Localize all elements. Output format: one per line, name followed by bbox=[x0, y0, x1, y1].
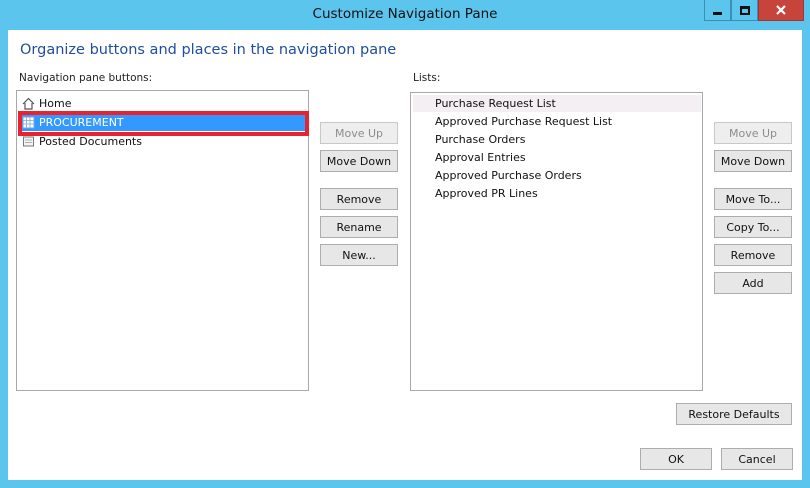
maximize-icon bbox=[739, 5, 750, 15]
nav-move-down-button[interactable]: Move Down bbox=[320, 150, 398, 172]
cancel-button[interactable]: Cancel bbox=[721, 448, 793, 470]
list-item[interactable]: Approved Purchase Orders bbox=[435, 167, 582, 184]
list-move-down-button[interactable]: Move Down bbox=[714, 150, 792, 172]
list-add-button[interactable]: Add bbox=[714, 272, 792, 294]
close-icon bbox=[776, 5, 786, 15]
minimize-button[interactable] bbox=[704, 0, 731, 21]
home-icon bbox=[22, 97, 35, 110]
minimize-icon bbox=[713, 11, 722, 15]
nav-item-label: Home bbox=[39, 97, 72, 110]
nav-item-home[interactable]: Home bbox=[22, 95, 307, 112]
list-item[interactable]: Approved PR Lines bbox=[435, 185, 538, 202]
nav-item-label: Posted Documents bbox=[39, 135, 142, 148]
nav-rename-button[interactable]: Rename bbox=[320, 216, 398, 238]
list-item[interactable]: Approved Purchase Request List bbox=[435, 113, 612, 130]
dialog-window: Customize Navigation Pane Organize butto… bbox=[0, 0, 810, 488]
nav-move-up-button[interactable]: Move Up bbox=[320, 122, 398, 144]
dialog-heading: Organize buttons and places in the navig… bbox=[20, 42, 397, 58]
nav-new-button[interactable]: New... bbox=[320, 244, 398, 266]
restore-defaults-button[interactable]: Restore Defaults bbox=[676, 403, 792, 425]
nav-remove-button[interactable]: Remove bbox=[320, 188, 398, 210]
dialog-content: Organize buttons and places in the navig… bbox=[8, 30, 802, 480]
document-icon bbox=[22, 135, 35, 148]
window-title: Customize Navigation Pane bbox=[312, 6, 498, 22]
list-move-up-button[interactable]: Move Up bbox=[714, 122, 792, 144]
nav-pane-label: Navigation pane buttons: bbox=[19, 72, 153, 84]
list-item[interactable]: Purchase Orders bbox=[435, 131, 525, 148]
lists-listbox[interactable]: Purchase Request List Approved Purchase … bbox=[410, 92, 703, 391]
nav-item-procurement[interactable]: PROCUREMENT bbox=[22, 114, 307, 131]
lists-label: Lists: bbox=[413, 72, 441, 84]
list-copy-to-button[interactable]: Copy To... bbox=[714, 216, 792, 238]
close-button[interactable] bbox=[758, 0, 804, 21]
list-remove-button[interactable]: Remove bbox=[714, 244, 792, 266]
ok-button[interactable]: OK bbox=[640, 448, 712, 470]
list-move-to-button[interactable]: Move To... bbox=[714, 188, 792, 210]
nav-item-posted-documents[interactable]: Posted Documents bbox=[22, 133, 307, 150]
maximize-button[interactable] bbox=[731, 0, 758, 21]
nav-pane-listbox[interactable]: Home PROCUREMENT Posted Documents bbox=[16, 90, 309, 391]
title-bar[interactable]: Customize Navigation Pane bbox=[0, 0, 810, 30]
list-item[interactable]: Purchase Request List bbox=[435, 95, 556, 112]
nav-item-label: PROCUREMENT bbox=[39, 116, 124, 129]
list-item[interactable]: Approval Entries bbox=[435, 149, 526, 166]
grid-icon bbox=[22, 116, 35, 129]
